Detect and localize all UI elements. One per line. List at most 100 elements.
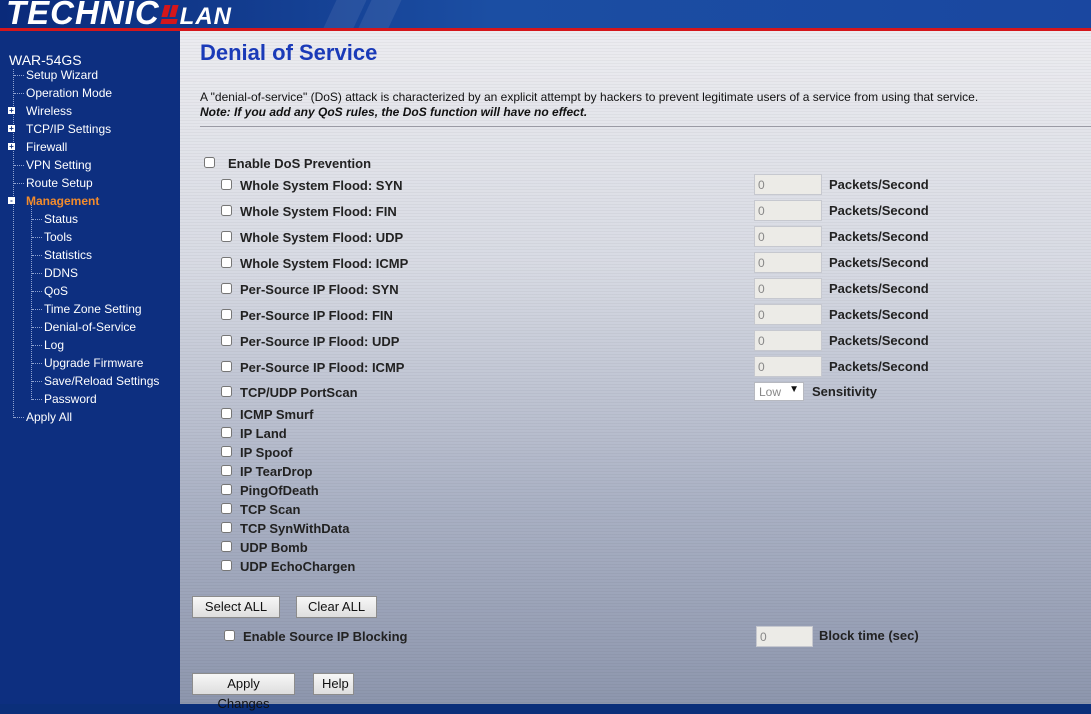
attack-label: UDP EchoChargen <box>240 559 356 574</box>
flood-rate-input[interactable] <box>754 278 822 299</box>
sidebar-item-apply-all[interactable]: Apply All <box>26 410 72 424</box>
flood-label: Per-Source IP Flood: FIN <box>240 308 393 323</box>
sidebar-item-status[interactable]: Status <box>44 212 78 226</box>
sidebar-item-ddns[interactable]: DDNS <box>44 266 78 280</box>
flood-unit: Packets/Second <box>829 281 929 296</box>
sidebar-item-time-zone-setting[interactable]: Time Zone Setting <box>44 302 142 316</box>
sidebar-item-operation-mode[interactable]: Operation Mode <box>26 86 112 100</box>
sidebar-item-setup-wizard[interactable]: Setup Wizard <box>26 68 98 82</box>
flood-checkbox[interactable] <box>221 309 232 320</box>
help-button[interactable]: Help <box>313 673 354 695</box>
flood-rate-input[interactable] <box>754 226 822 247</box>
source-ip-blocking-checkbox[interactable] <box>224 630 235 641</box>
flood-checkbox[interactable] <box>221 361 232 372</box>
sidebar-item-firewall[interactable]: Firewall <box>26 140 67 154</box>
main-panel: Denial of Service A "denial-of-service" … <box>180 31 1091 711</box>
block-time-input[interactable] <box>756 626 813 647</box>
sidebar-item-password[interactable]: Password <box>44 392 97 406</box>
header-decoration <box>358 0 402 28</box>
attack-label: IP TearDrop <box>240 464 313 479</box>
select-all-button[interactable]: Select ALL <box>192 596 280 618</box>
block-time-label: Block time (sec) <box>819 628 919 643</box>
portscan-checkbox[interactable] <box>221 386 232 397</box>
flood-checkbox[interactable] <box>221 231 232 242</box>
attack-checkbox[interactable] <box>221 484 232 495</box>
flood-checkbox[interactable] <box>221 257 232 268</box>
flood-rate-input[interactable] <box>754 252 822 273</box>
flood-unit: Packets/Second <box>829 255 929 270</box>
sensitivity-select[interactable]: Low ▼ <box>754 382 804 401</box>
sidebar-item-management[interactable]: Management <box>26 194 99 208</box>
page-title: Denial of Service <box>200 40 378 65</box>
flood-checkbox[interactable] <box>221 335 232 346</box>
sidebar-item-tools[interactable]: Tools <box>44 230 72 244</box>
attack-label: ICMP Smurf <box>240 407 314 422</box>
logo-text-main: TECHNIC <box>6 0 160 31</box>
divider <box>200 126 1091 127</box>
portscan-label: TCP/UDP PortScan <box>240 385 358 400</box>
enable-dos-checkbox[interactable] <box>204 157 215 168</box>
flood-checkbox[interactable] <box>221 283 232 294</box>
flood-label: Whole System Flood: UDP <box>240 230 404 245</box>
sidebar-item-tcpip-settings[interactable]: TCP/IP Settings <box>26 122 111 136</box>
tree-line <box>31 205 32 400</box>
flood-checkbox[interactable] <box>221 179 232 190</box>
apply-changes-button[interactable]: Apply Changes <box>192 673 295 711</box>
flood-checkbox[interactable] <box>221 205 232 216</box>
tree-line <box>13 69 14 418</box>
attack-label: TCP Scan <box>240 502 301 517</box>
flood-unit: Packets/Second <box>829 359 929 374</box>
enable-dos-label: Enable DoS Prevention <box>228 156 372 171</box>
source-ip-blocking-label: Enable Source IP Blocking <box>243 629 408 644</box>
flood-unit: Packets/Second <box>829 229 929 244</box>
flood-rate-input[interactable] <box>754 174 822 195</box>
attack-checkbox[interactable] <box>221 427 232 438</box>
sensitivity-label: Sensitivity <box>812 384 878 399</box>
logo-mark-icon <box>160 3 179 25</box>
flood-unit: Packets/Second <box>829 307 929 322</box>
flood-label: Per-Source IP Flood: ICMP <box>240 360 405 375</box>
expand-plus-icon[interactable]: + <box>8 143 15 151</box>
sidebar-item-save-reload-settings[interactable]: Save/Reload Settings <box>44 374 159 388</box>
brand-logo: TECHNIC LAN <box>6 0 232 31</box>
header-bar: TECHNIC LAN <box>0 0 1091 31</box>
sidebar-item-route-setup[interactable]: Route Setup <box>26 176 93 190</box>
attack-checkbox[interactable] <box>221 522 232 533</box>
sidebar-item-statistics[interactable]: Statistics <box>44 248 92 262</box>
attack-label: PingOfDeath <box>240 483 319 498</box>
sidebar-item-wireless[interactable]: Wireless <box>26 104 72 118</box>
attack-checkbox[interactable] <box>221 503 232 514</box>
flood-rate-input[interactable] <box>754 304 822 325</box>
attack-checkbox[interactable] <box>221 408 232 419</box>
attack-checkbox[interactable] <box>221 446 232 457</box>
page-note: Note: If you add any QoS rules, the DoS … <box>200 105 588 119</box>
attack-label: IP Spoof <box>240 445 293 460</box>
attack-label: TCP SynWithData <box>240 521 350 536</box>
sidebar-item-qos[interactable]: QoS <box>44 284 68 298</box>
flood-label: Per-Source IP Flood: SYN <box>240 282 399 297</box>
flood-rate-input[interactable] <box>754 356 822 377</box>
sidebar-item-denial-of-service[interactable]: Denial-of-Service <box>44 320 136 334</box>
attack-label: IP Land <box>240 426 287 441</box>
sidebar-item-vpn-setting[interactable]: VPN Setting <box>26 158 91 172</box>
attack-checkbox[interactable] <box>221 560 232 571</box>
flood-unit: Packets/Second <box>829 177 929 192</box>
clear-all-button[interactable]: Clear ALL <box>296 596 377 618</box>
expand-plus-icon[interactable]: + <box>8 125 15 133</box>
flood-label: Whole System Flood: ICMP <box>240 256 409 271</box>
collapse-minus-icon[interactable]: - <box>8 197 15 205</box>
expand-plus-icon[interactable]: + <box>8 107 15 115</box>
flood-label: Whole System Flood: SYN <box>240 178 403 193</box>
flood-label: Whole System Flood: FIN <box>240 204 397 219</box>
attack-checkbox[interactable] <box>221 465 232 476</box>
sidebar: WAR-54GS Setup Wizard Operation Mode + W… <box>0 31 180 704</box>
sidebar-item-upgrade-firmware[interactable]: Upgrade Firmware <box>44 356 143 370</box>
flood-rate-input[interactable] <box>754 330 822 351</box>
flood-unit: Packets/Second <box>829 333 929 348</box>
flood-unit: Packets/Second <box>829 203 929 218</box>
attack-label: UDP Bomb <box>240 540 308 555</box>
attack-checkbox[interactable] <box>221 541 232 552</box>
flood-label: Per-Source IP Flood: UDP <box>240 334 400 349</box>
flood-rate-input[interactable] <box>754 200 822 221</box>
sidebar-item-log[interactable]: Log <box>44 338 64 352</box>
